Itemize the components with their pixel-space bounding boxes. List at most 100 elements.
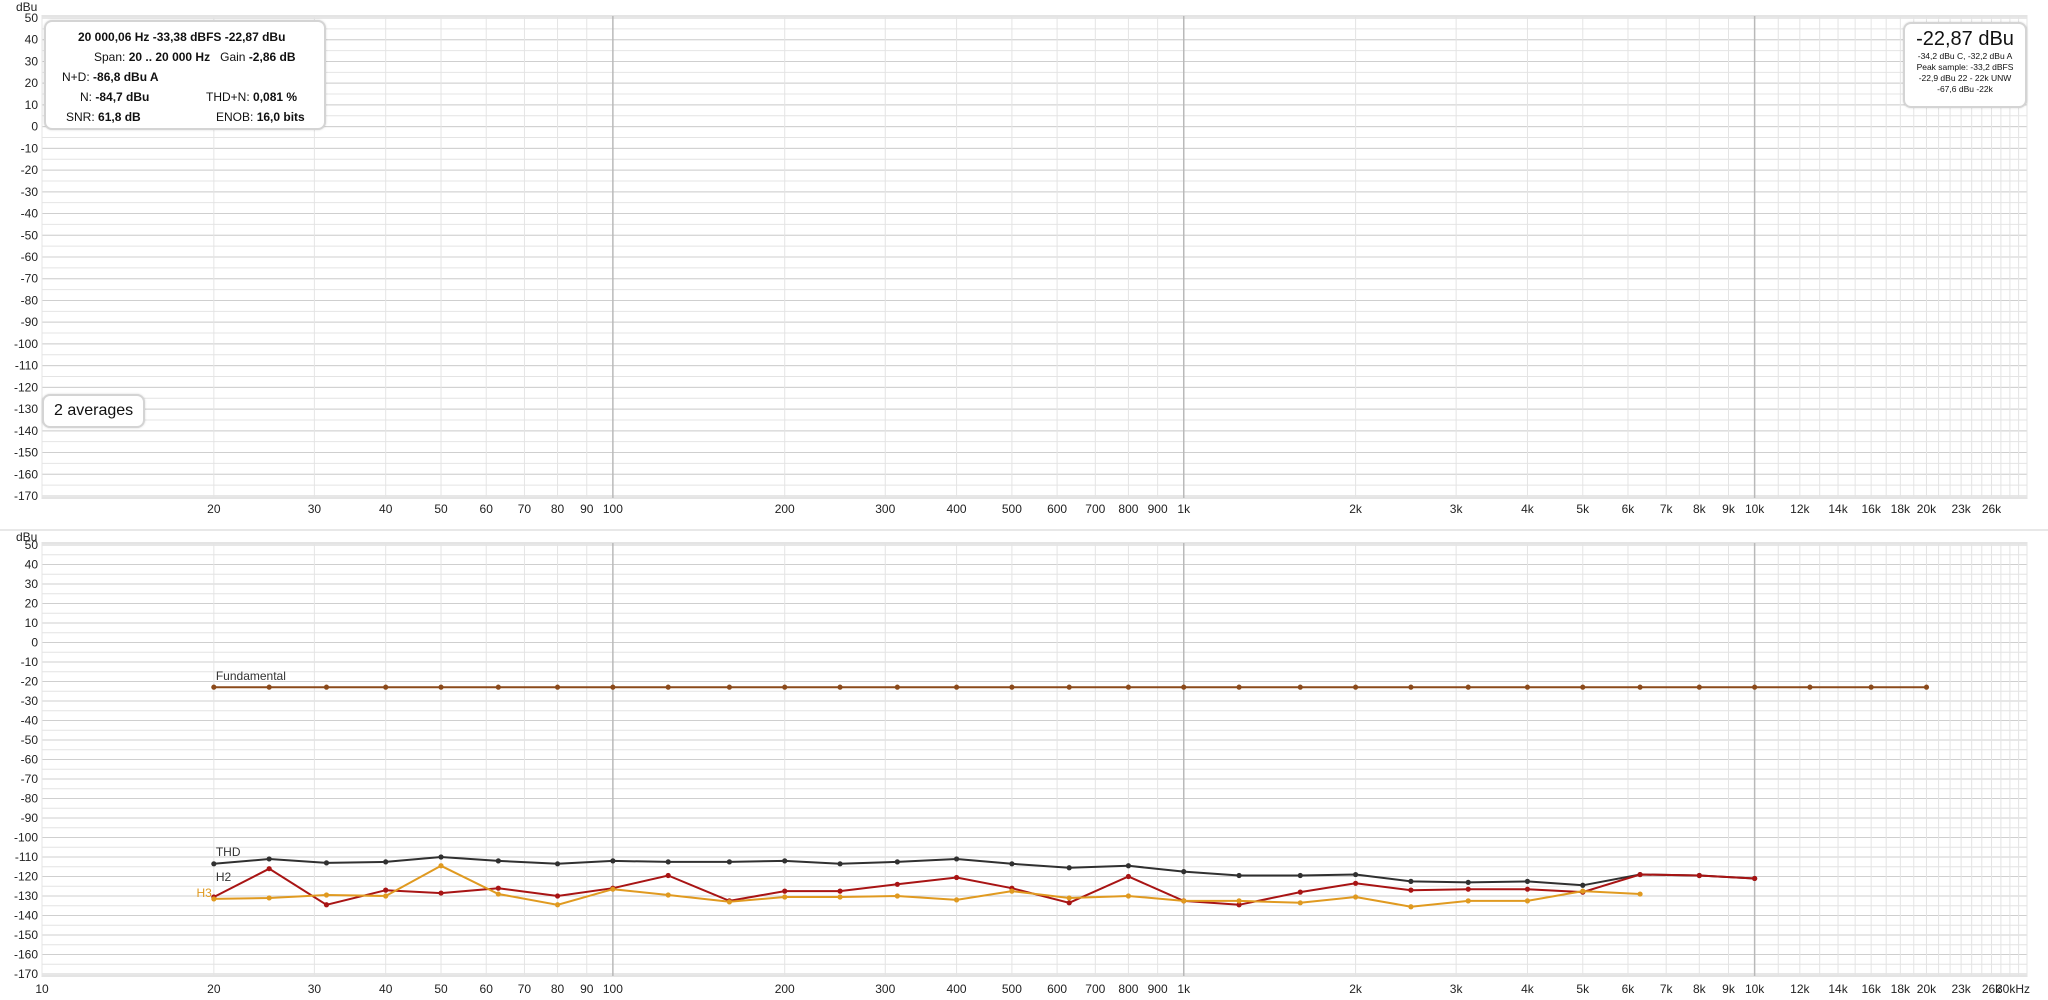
y-tick-label: -40: [21, 714, 39, 728]
x-tick-label: 12k: [1790, 502, 1810, 516]
x-tick-label: 200: [775, 502, 795, 516]
y-tick-label: -130: [14, 889, 38, 903]
y-tick-label: -60: [21, 753, 39, 767]
enob-value: 16,0 bits: [256, 110, 305, 124]
info-line1: 20 000,06 Hz -33,38 dBFS -22,87 dBu: [78, 30, 286, 44]
gain-value: -2,86 dB: [248, 50, 296, 64]
y-tick-label: 40: [25, 33, 39, 47]
data-point-thd: [1580, 882, 1586, 888]
y-tick-label: 20: [25, 76, 39, 90]
data-point-fundamental: [1465, 684, 1471, 690]
x-tick-label: 60: [480, 502, 494, 516]
x-tick-label: 30: [308, 502, 322, 516]
x-tick-label: 70: [518, 502, 532, 516]
data-point-h3: [266, 895, 272, 901]
y-axis-unit-label: dBu: [16, 0, 37, 14]
data-point-h3: [1465, 898, 1471, 904]
x-tick-label: 6k: [1622, 502, 1636, 516]
y-tick-label: -150: [14, 446, 38, 460]
level-line-4: -67,6 dBu -22k: [1937, 84, 1993, 94]
data-point-h2: [894, 881, 900, 887]
y-tick-label: 40: [25, 558, 39, 572]
level-main-value: -22,87 dBu: [1916, 28, 2014, 50]
x-tick-label: 5k: [1576, 982, 1590, 996]
data-point-h3: [953, 897, 960, 903]
level-line-2: Peak sample: -33,2 dBFS: [1916, 62, 2014, 72]
y-tick-label: 10: [25, 98, 39, 112]
data-point-thd: [323, 860, 330, 866]
x-tick-label: 4k: [1521, 982, 1535, 996]
x-tick-label: 5k: [1576, 502, 1590, 516]
x-tick-label: 9k: [1722, 502, 1736, 516]
data-point-thd: [1352, 871, 1359, 878]
bottom-distortion-panel[interactable]: 50403020100-10-20-30-40-50-60-70-80-90-1…: [14, 530, 2030, 996]
x-tick-label: 18k: [1891, 502, 1911, 516]
data-point-h3: [211, 896, 217, 902]
data-point-fundamental: [1524, 684, 1531, 690]
x-tick-label: 2k: [1349, 502, 1363, 516]
x-tick-label: 50: [434, 982, 448, 996]
y-tick-label: -160: [14, 467, 38, 481]
averages-badge[interactable]: 2 averages: [42, 394, 146, 428]
level-line-1: -34,2 dBu C, -32,2 dBu A: [1917, 51, 2013, 61]
data-point-thd: [837, 861, 843, 867]
data-point-fundamental: [726, 684, 733, 690]
data-point-fundamental: [665, 684, 671, 690]
data-point-fundamental: [1807, 684, 1813, 690]
data-point-fundamental: [1408, 684, 1414, 690]
data-point-thd: [953, 856, 960, 862]
data-point-fundamental: [323, 684, 330, 690]
y-tick-label: -110: [15, 359, 38, 373]
span-label: Span:: [94, 50, 126, 64]
x-tick-label: 800: [1118, 502, 1138, 516]
x-tick-label: 20k: [1917, 982, 1937, 996]
x-tick-label: 1k: [1177, 502, 1191, 516]
y-tick-label: -70: [21, 272, 39, 286]
x-tick-label: 7k: [1660, 502, 1674, 516]
data-point-h2: [266, 866, 272, 872]
data-point-h2: [1752, 875, 1758, 882]
data-point-fundamental: [211, 684, 217, 690]
data-point-thd: [1297, 872, 1303, 879]
level-meter-box[interactable]: -22,87 dBu -34,2 dBu C, -32,2 dBu A Peak…: [1903, 22, 2027, 108]
data-point-h2: [1297, 889, 1303, 895]
averages-text: 2 averages: [54, 402, 134, 419]
data-point-thd: [438, 854, 444, 860]
series-label-thd: THD: [216, 845, 241, 859]
x-tick-label: 30kHz: [1996, 982, 2030, 996]
x-tick-label: 100: [603, 502, 623, 516]
data-point-h2: [495, 885, 501, 891]
thdn-label: THD+N:: [206, 90, 250, 104]
y-tick-label: -20: [21, 675, 39, 689]
x-tick-label: 18k: [1891, 982, 1911, 996]
n-value: -84,7 dBu: [95, 90, 150, 104]
x-tick-label: 70: [518, 982, 532, 996]
x-tick-label: 90: [580, 982, 594, 996]
x-tick-label: 40: [379, 982, 393, 996]
data-point-fundamental: [1236, 684, 1242, 690]
data-point-thd: [383, 859, 389, 865]
data-point-fundamental: [1009, 684, 1015, 690]
x-tick-label: 16k: [1861, 502, 1881, 516]
data-point-h2: [837, 888, 843, 894]
data-point-fundamental: [894, 684, 900, 690]
data-point-h3: [894, 893, 900, 899]
data-point-h3: [323, 892, 330, 898]
data-point-h3: [383, 893, 389, 899]
y-tick-label: -90: [21, 315, 39, 329]
data-point-fundamental: [438, 684, 444, 690]
y-tick-label: -110: [15, 850, 38, 864]
x-tick-label: 200: [775, 982, 795, 996]
data-point-h3: [665, 892, 671, 898]
y-tick-label: -50: [21, 228, 39, 242]
data-point-thd: [211, 861, 217, 867]
data-point-thd: [1181, 869, 1187, 875]
x-tick-label: 2k: [1349, 982, 1363, 996]
series-label-h3: H3: [197, 886, 213, 900]
gain-label: Gain: [220, 50, 246, 64]
x-tick-label: 16k: [1861, 982, 1881, 996]
chart-canvas: 50403020100-10-20-30-40-50-60-70-80-90-1…: [0, 0, 2048, 996]
level-line-3: -22,9 dBu 22 - 22k UNW: [1918, 73, 2012, 83]
x-tick-label: 90: [580, 502, 594, 516]
data-point-thd: [1524, 878, 1531, 884]
